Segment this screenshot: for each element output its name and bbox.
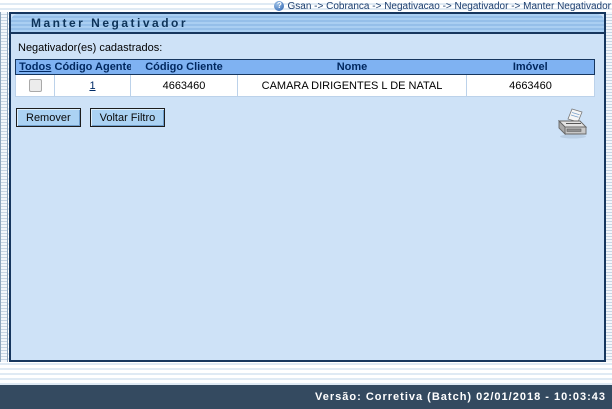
- row-checkbox[interactable]: [28, 79, 42, 92]
- breadcrumb-bar: ? Gsan -> Cobranca -> Negativacao -> Neg…: [0, 0, 612, 12]
- codigo-cliente-cell: 4663460: [130, 74, 238, 97]
- voltar-filtro-button[interactable]: Voltar Filtro: [89, 108, 166, 127]
- column-header-codigo-agente: Código Agente: [54, 59, 131, 75]
- printer-icon[interactable]: [551, 108, 591, 140]
- select-all-link[interactable]: Todos: [19, 61, 51, 73]
- panel-titlebar: Manter Negativador: [11, 14, 604, 34]
- left-splitter-handle[interactable]: [0, 12, 8, 362]
- help-icon[interactable]: ?: [274, 1, 285, 11]
- imovel-cell: 4663460: [466, 74, 595, 97]
- row-select-cell: [15, 74, 55, 97]
- breadcrumb: Gsan -> Cobranca -> Negativacao -> Negat…: [287, 0, 611, 12]
- table-header-row: Todos Código Agente Código Cliente Nome …: [15, 59, 595, 75]
- negativador-table: Todos Código Agente Código Cliente Nome …: [15, 59, 595, 97]
- column-header-imovel: Imóvel: [466, 59, 595, 75]
- remover-button[interactable]: Remover: [16, 108, 81, 127]
- column-header-codigo-cliente: Código Cliente: [130, 59, 238, 75]
- records-label: Negativador(es) cadastrados:: [18, 42, 163, 54]
- codigo-agente-link[interactable]: 1: [89, 80, 95, 92]
- manter-negativador-panel: Manter Negativador Negativador(es) cadas…: [9, 12, 606, 362]
- column-header-todos: Todos: [15, 59, 55, 75]
- nome-cell: CAMARA DIRIGENTES L DE NATAL: [237, 74, 467, 97]
- column-header-nome: Nome: [237, 59, 467, 75]
- status-bar: Versão: Corretiva (Batch) 02/01/2018 - 1…: [0, 385, 612, 409]
- action-buttons: Remover Voltar Filtro: [16, 108, 604, 127]
- table-row: 1 4663460 CAMARA DIRIGENTES L DE NATAL 4…: [15, 74, 595, 97]
- page-title: Manter Negativador: [31, 16, 189, 30]
- codigo-agente-cell: 1: [54, 74, 131, 97]
- version-text: Versão: Corretiva (Batch) 02/01/2018 - 1…: [315, 391, 606, 403]
